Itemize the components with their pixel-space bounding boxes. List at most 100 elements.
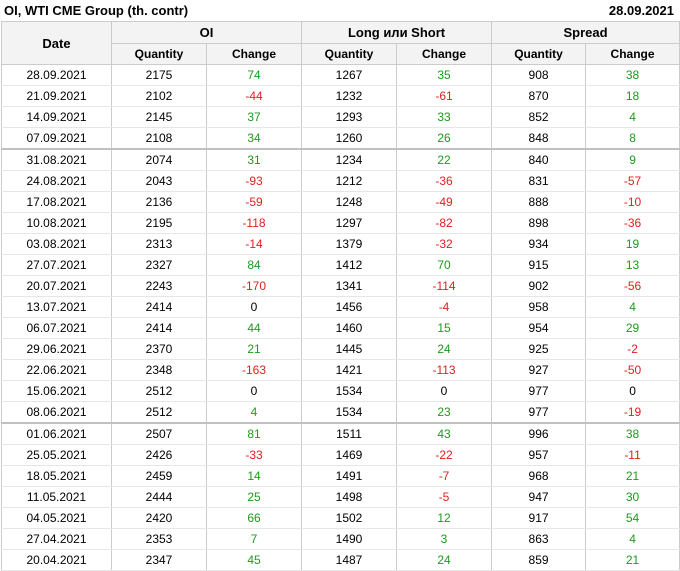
ls-quantity-cell: 1498 — [301, 486, 398, 508]
oi-change-cell: 0 — [205, 380, 303, 402]
oi-change-cell: 31 — [205, 148, 303, 171]
ls-change-cell: 3 — [396, 528, 493, 550]
table-row: 28.09.2021 2175 74 1267 35 908 38 — [1, 64, 680, 86]
spread-quantity-cell: 908 — [491, 64, 587, 86]
ls-quantity-cell: 1490 — [301, 528, 398, 550]
spread-change-cell: 9 — [585, 148, 680, 171]
date-cell: 28.09.2021 — [1, 64, 112, 86]
ls-quantity-cell: 1534 — [301, 401, 398, 424]
table-row: 31.08.2021 2074 31 1234 22 840 9 — [1, 148, 680, 171]
spread-quantity-cell: 927 — [491, 359, 587, 381]
table-row: 21.09.2021 2102 -44 1232 -61 870 18 — [1, 85, 680, 107]
date-cell: 15.06.2021 — [1, 380, 112, 402]
oi-change-cell: -93 — [205, 170, 303, 192]
spread-change-cell: 38 — [585, 64, 680, 86]
spread-group-header: Spread — [491, 21, 680, 44]
ls-change-cell: 33 — [396, 106, 493, 128]
oi-table: Date OI Long или Short Spread Quantity C… — [1, 21, 680, 571]
report-date: 28.09.2021 — [608, 3, 674, 18]
oi-change-cell: -44 — [205, 85, 303, 107]
ls-quantity-cell: 1341 — [301, 275, 398, 297]
oi-change-cell: -170 — [205, 275, 303, 297]
ls-change-cell: -32 — [396, 233, 493, 255]
table-row: 01.06.2021 2507 81 1511 43 996 38 — [1, 422, 680, 445]
table-row: 18.05.2021 2459 14 1491 -7 968 21 — [1, 465, 680, 487]
oi-change-cell: 34 — [205, 127, 303, 150]
oi-quantity-cell: 2414 — [111, 317, 207, 339]
spread-change-cell: -11 — [585, 444, 680, 466]
table-row: 03.08.2021 2313 -14 1379 -32 934 19 — [1, 233, 680, 255]
oi-change-cell: 44 — [205, 317, 303, 339]
oi-quantity-cell: 2175 — [111, 64, 207, 86]
ls-change-cell: 23 — [396, 401, 493, 424]
ls-change-cell: -113 — [396, 359, 493, 381]
date-cell: 20.04.2021 — [1, 549, 112, 571]
ls-quantity-cell: 1421 — [301, 359, 398, 381]
table-row: 17.08.2021 2136 -59 1248 -49 888 -10 — [1, 191, 680, 213]
ls-change-cell: 12 — [396, 507, 493, 529]
table-row: 08.06.2021 2512 4 1534 23 977 -19 — [1, 401, 680, 424]
ls-change-cell: 26 — [396, 127, 493, 150]
oi-quantity-cell: 2512 — [111, 401, 207, 424]
date-cell: 11.05.2021 — [1, 486, 112, 508]
spread-change-cell: 8 — [585, 127, 680, 150]
spread-quantity-header: Quantity — [491, 43, 587, 65]
date-cell: 31.08.2021 — [1, 148, 112, 171]
spread-change-cell: -56 — [585, 275, 680, 297]
ls-change-cell: -4 — [396, 296, 493, 318]
date-cell: 07.09.2021 — [1, 127, 112, 150]
oi-quantity-cell: 2347 — [111, 549, 207, 571]
group-header-row: Date OI Long или Short Spread — [1, 21, 680, 65]
spread-quantity-cell: 958 — [491, 296, 587, 318]
date-cell: 27.07.2021 — [1, 254, 112, 276]
date-cell: 21.09.2021 — [1, 85, 112, 107]
oi-change-cell: 0 — [205, 296, 303, 318]
spread-quantity-cell: 954 — [491, 317, 587, 339]
oi-quantity-header: Quantity — [111, 43, 207, 65]
spread-change-cell: -2 — [585, 338, 680, 360]
spread-change-cell: 21 — [585, 549, 680, 571]
ls-quantity-cell: 1260 — [301, 127, 398, 150]
ls-quantity-cell: 1469 — [301, 444, 398, 466]
table-row: 06.07.2021 2414 44 1460 15 954 29 — [1, 317, 680, 339]
ls-change-cell: 43 — [396, 422, 493, 445]
oi-quantity-cell: 2444 — [111, 486, 207, 508]
spread-quantity-cell: 852 — [491, 106, 587, 128]
oi-quantity-cell: 2459 — [111, 465, 207, 487]
ls-quantity-cell: 1487 — [301, 549, 398, 571]
ls-quantity-cell: 1379 — [301, 233, 398, 255]
date-cell: 29.06.2021 — [1, 338, 112, 360]
ls-quantity-cell: 1456 — [301, 296, 398, 318]
spread-quantity-cell: 968 — [491, 465, 587, 487]
date-cell: 24.08.2021 — [1, 170, 112, 192]
ls-quantity-cell: 1502 — [301, 507, 398, 529]
spread-quantity-cell: 917 — [491, 507, 587, 529]
ls-change-cell: 70 — [396, 254, 493, 276]
oi-quantity-cell: 2136 — [111, 191, 207, 213]
spread-change-cell: -36 — [585, 212, 680, 234]
ls-change-cell: 24 — [396, 549, 493, 571]
date-cell: 27.04.2021 — [1, 528, 112, 550]
spread-change-cell: 21 — [585, 465, 680, 487]
report-header: OI, WTI CME Group (th. contr) 28.09.2021 — [0, 0, 680, 22]
ls-quantity-cell: 1534 — [301, 380, 398, 402]
ls-change-cell: -36 — [396, 170, 493, 192]
oi-change-cell: 45 — [205, 549, 303, 571]
oi-change-cell: -59 — [205, 191, 303, 213]
oi-change-cell: 4 — [205, 401, 303, 424]
date-cell: 06.07.2021 — [1, 317, 112, 339]
table-row: 07.09.2021 2108 34 1260 26 848 8 — [1, 127, 680, 150]
table-row: 10.08.2021 2195 -118 1297 -82 898 -36 — [1, 212, 680, 234]
oi-quantity-cell: 2108 — [111, 127, 207, 150]
table-row: 04.05.2021 2420 66 1502 12 917 54 — [1, 507, 680, 529]
date-cell: 13.07.2021 — [1, 296, 112, 318]
spread-quantity-cell: 915 — [491, 254, 587, 276]
oi-change-cell: 25 — [205, 486, 303, 508]
spread-quantity-cell: 977 — [491, 380, 587, 402]
date-cell: 10.08.2021 — [1, 212, 112, 234]
spread-quantity-cell: 888 — [491, 191, 587, 213]
spread-change-cell: 0 — [585, 380, 680, 402]
ls-change-cell: 15 — [396, 317, 493, 339]
oi-change-cell: 81 — [205, 422, 303, 445]
spread-change-cell: 18 — [585, 85, 680, 107]
